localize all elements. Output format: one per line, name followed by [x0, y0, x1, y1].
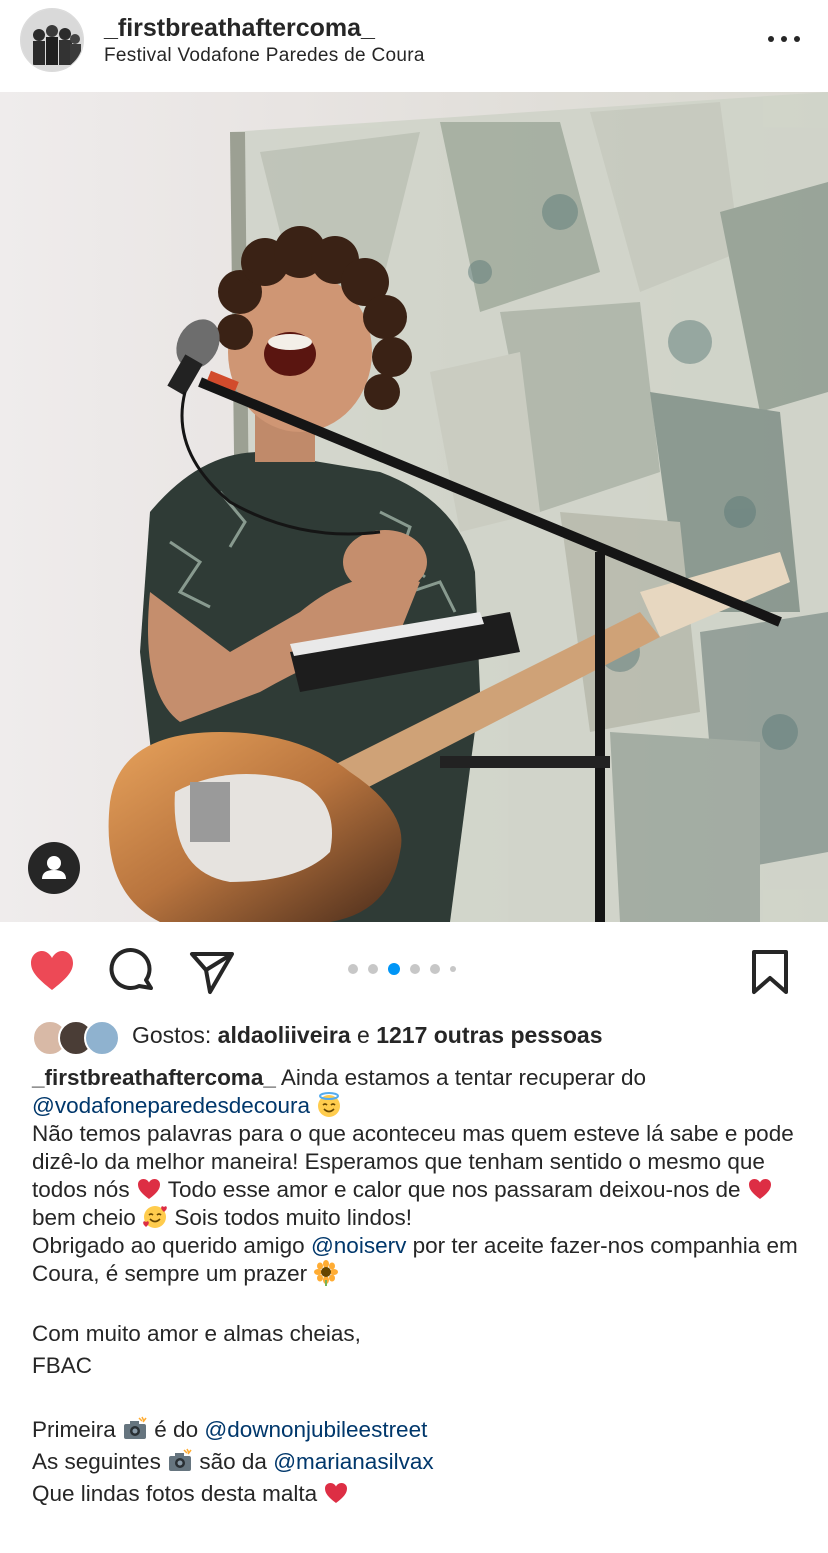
- camera-flash-emoji-icon: [169, 1448, 192, 1471]
- user-icon: [42, 856, 66, 879]
- camera-flash-emoji-icon: [124, 1416, 147, 1439]
- mention-link[interactable]: @vodafoneparedesdecoura: [32, 1093, 310, 1118]
- liker-avatars: [32, 1020, 124, 1056]
- caption-username[interactable]: _firstbreathaftercoma_: [32, 1065, 276, 1090]
- profile-avatar[interactable]: [20, 8, 84, 72]
- caption-text: As seguintes: [32, 1449, 161, 1474]
- caption-text: FBAC: [32, 1353, 93, 1378]
- carousel-dot-active: [388, 963, 400, 975]
- likes-summary[interactable]: Gostos: aldaoliiveira e 1217 outras pess…: [32, 1018, 812, 1058]
- likes-text: Gostos: aldaoliiveira e 1217 outras pess…: [132, 1022, 603, 1049]
- post-username[interactable]: _firstbreathaftercoma_: [104, 14, 375, 43]
- carousel-dot: [368, 964, 378, 974]
- caption-text: Obrigado ao querido amigo: [32, 1233, 305, 1258]
- share-button[interactable]: [188, 948, 236, 996]
- tagged-people-button[interactable]: [28, 842, 80, 894]
- mention-link[interactable]: @marianasilvax: [273, 1449, 433, 1474]
- sunflower-emoji-icon: [314, 1260, 339, 1286]
- send-icon: [190, 952, 234, 994]
- comment-icon: [109, 948, 153, 990]
- post-header: _firstbreathaftercoma_ Festival Vodafone…: [0, 0, 828, 92]
- caption-text: Sois todos muito lindos!: [174, 1205, 412, 1230]
- heart-icon: [31, 951, 73, 990]
- mention-link[interactable]: @noiserv: [311, 1233, 406, 1258]
- post-caption: _firstbreathaftercoma_ Ainda estamos a t…: [32, 1064, 802, 1508]
- caption-text: são da: [199, 1449, 267, 1474]
- carousel-dot: [430, 964, 440, 974]
- save-button[interactable]: [746, 948, 794, 996]
- likes-conjunction: e: [357, 1022, 370, 1048]
- carousel-dot: [348, 964, 358, 974]
- caption-text: Ainda estamos a tentar recuperar do: [280, 1065, 647, 1090]
- liker-avatar: [84, 1020, 120, 1056]
- post-photo[interactable]: [0, 92, 828, 922]
- more-options-icon[interactable]: [768, 26, 800, 50]
- post-location[interactable]: Festival Vodafone Paredes de Coura: [104, 45, 425, 67]
- caption-text: bem cheio: [32, 1205, 136, 1230]
- likes-count[interactable]: 1217 outras pessoas: [376, 1022, 602, 1048]
- red-heart-emoji-icon: [748, 1179, 771, 1199]
- carousel-dot: [450, 966, 456, 972]
- like-button[interactable]: [28, 948, 76, 996]
- caption-text: é do: [154, 1417, 199, 1442]
- first-liker[interactable]: aldaoliiveira: [218, 1022, 351, 1048]
- red-heart-emoji-icon: [137, 1179, 160, 1199]
- post-actions: [0, 930, 828, 1010]
- caption-text: Com muito amor e almas cheias,: [32, 1321, 361, 1346]
- caption-text: Primeira: [32, 1417, 116, 1442]
- smiling-face-with-hearts-emoji-icon: [143, 1206, 167, 1228]
- caption-text: Todo esse amor e calor que nos passaram …: [167, 1177, 741, 1202]
- likes-prefix: Gostos:: [132, 1022, 212, 1048]
- caption-text: Que lindas fotos desta malta: [32, 1481, 318, 1506]
- bookmark-icon: [752, 950, 788, 994]
- comment-button[interactable]: [108, 948, 156, 996]
- carousel-dot: [410, 964, 420, 974]
- halo-smile-emoji-icon: [318, 1092, 341, 1117]
- mention-link[interactable]: @downonjubileestreet: [204, 1417, 427, 1442]
- red-heart-emoji-icon: [325, 1483, 348, 1503]
